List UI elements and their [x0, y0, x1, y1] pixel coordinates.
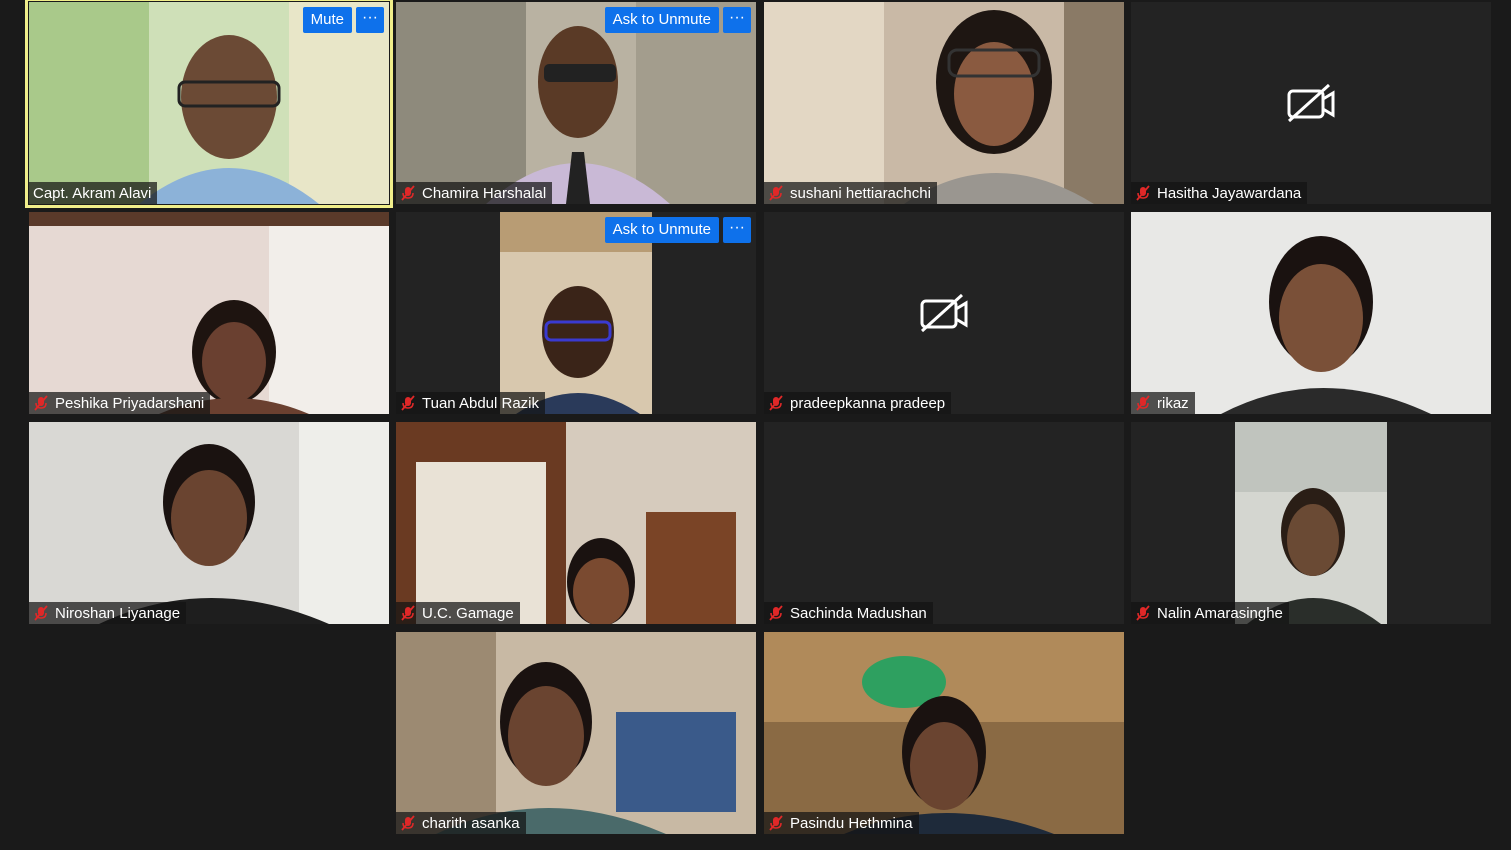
participant-tile[interactable]: Niroshan Liyanage: [29, 422, 389, 624]
participant-name: Hasitha Jayawardana: [1157, 184, 1302, 202]
participant-name-bar: U.C. Gamage: [396, 602, 520, 624]
microphone-muted-icon: [769, 605, 783, 621]
participant-name: Niroshan Liyanage: [55, 604, 181, 622]
participant-tile[interactable]: charith asanka: [396, 632, 756, 834]
participant-tile[interactable]: pradeepkanna pradeep: [764, 212, 1124, 414]
more-options-button[interactable]: ···: [723, 7, 751, 33]
microphone-muted-icon: [401, 395, 415, 411]
camera-off-icon: [1287, 83, 1335, 123]
participant-name-bar: Niroshan Liyanage: [29, 602, 187, 624]
ask-to-unmute-button[interactable]: Ask to Unmute: [604, 217, 719, 243]
participant-name-bar: Capt. Akram Alavi: [29, 182, 158, 204]
participant-tile[interactable]: sushani hettiarachchi: [764, 2, 1124, 204]
video-feed: [396, 632, 756, 834]
video-feed: [764, 2, 1124, 204]
participant-tile[interactable]: rikaz: [1131, 212, 1491, 414]
participant-name-bar: Sachinda Madushan: [764, 602, 933, 624]
microphone-muted-icon: [401, 605, 415, 621]
microphone-muted-icon: [769, 185, 783, 201]
participant-name-bar: Chamira Harshalal: [396, 182, 553, 204]
more-options-button[interactable]: ···: [723, 217, 751, 243]
participant-name-bar: Nalin Amarasinghe: [1131, 602, 1289, 624]
participant-name: Chamira Harshalal: [422, 184, 547, 202]
video-feed: [1131, 212, 1491, 414]
participant-name: Sachinda Madushan: [790, 604, 927, 622]
participant-name-bar: sushani hettiarachchi: [764, 182, 937, 204]
video-feed: [764, 632, 1124, 834]
microphone-muted-icon: [769, 815, 783, 831]
participant-tile[interactable]: Sachinda Madushan: [764, 422, 1124, 624]
participant-tile[interactable]: U.C. Gamage: [396, 422, 756, 624]
video-feed: [29, 422, 389, 624]
participant-tile[interactable]: Nalin Amarasinghe: [1131, 422, 1491, 624]
microphone-muted-icon: [401, 815, 415, 831]
participant-name-bar: Peshika Priyadarshani: [29, 392, 211, 414]
participant-tile[interactable]: Ask to Unmute ··· Tuan Abdul Razik: [396, 212, 756, 414]
participant-name-bar: pradeepkanna pradeep: [764, 392, 952, 414]
participant-tile[interactable]: Ask to Unmute ··· Chamira Harshalal: [396, 2, 756, 204]
more-options-button[interactable]: ···: [356, 7, 384, 33]
participant-name: Pasindu Hethmina: [790, 814, 913, 832]
participant-name: Peshika Priyadarshani: [55, 394, 205, 412]
ask-to-unmute-button[interactable]: Ask to Unmute: [604, 7, 719, 33]
mute-button[interactable]: Mute: [302, 7, 352, 33]
participant-name-bar: Hasitha Jayawardana: [1131, 182, 1308, 204]
participant-name: Nalin Amarasinghe: [1157, 604, 1283, 622]
participant-name-bar: Pasindu Hethmina: [764, 812, 919, 834]
microphone-muted-icon: [769, 395, 783, 411]
participant-name: rikaz: [1157, 394, 1189, 412]
camera-off-icon: [920, 293, 968, 333]
participant-name: Capt. Akram Alavi: [33, 184, 152, 202]
microphone-muted-icon: [34, 605, 48, 621]
video-feed: [1235, 422, 1387, 624]
participant-name-bar: Tuan Abdul Razik: [396, 392, 546, 414]
participant-name: pradeepkanna pradeep: [790, 394, 946, 412]
participant-name: sushani hettiarachchi: [790, 184, 931, 202]
microphone-muted-icon: [1136, 395, 1150, 411]
participant-name: charith asanka: [422, 814, 520, 832]
participant-tile[interactable]: Mute ··· Capt. Akram Alavi: [25, 0, 393, 208]
video-feed: [396, 422, 756, 624]
participant-name-bar: rikaz: [1131, 392, 1195, 414]
participant-name: U.C. Gamage: [422, 604, 514, 622]
participant-tile[interactable]: Pasindu Hethmina: [764, 632, 1124, 834]
video-feed: [29, 212, 389, 414]
participant-name-bar: charith asanka: [396, 812, 526, 834]
microphone-muted-icon: [34, 395, 48, 411]
microphone-muted-icon: [401, 185, 415, 201]
participant-name: Tuan Abdul Razik: [422, 394, 540, 412]
microphone-muted-icon: [1136, 605, 1150, 621]
microphone-muted-icon: [1136, 185, 1150, 201]
participant-tile[interactable]: Hasitha Jayawardana: [1131, 2, 1491, 204]
participant-tile[interactable]: Peshika Priyadarshani: [29, 212, 389, 414]
